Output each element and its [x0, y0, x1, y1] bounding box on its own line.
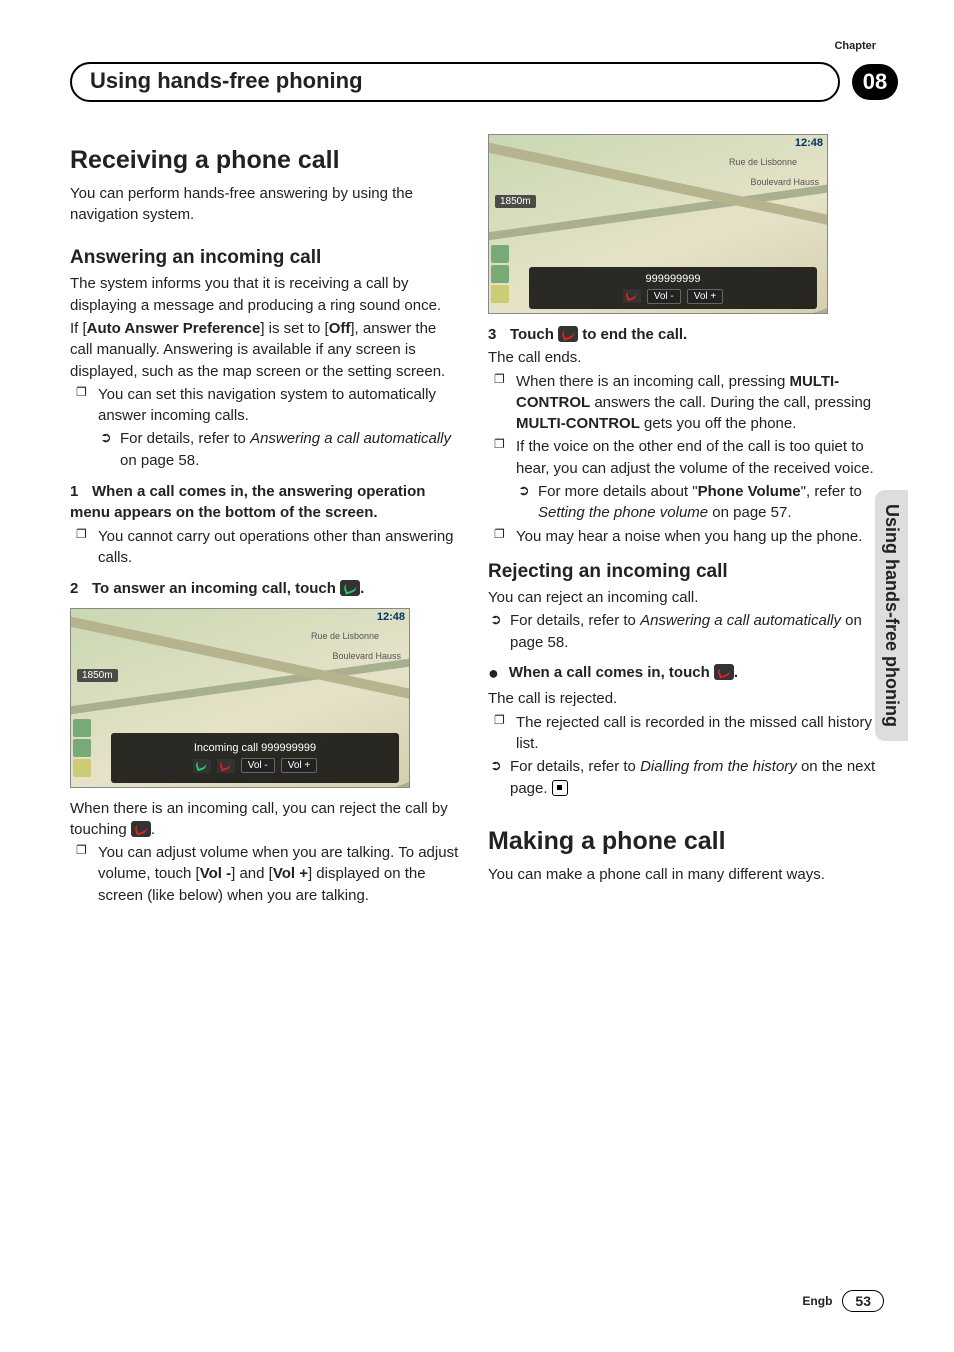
section-receiving: Receiving a phone call	[70, 146, 460, 175]
list-item: For more details about "Phone Volume", r…	[538, 481, 878, 524]
overlay-caller: 999999999	[645, 273, 700, 285]
step-2: 2To answer an incoming call, touch .	[70, 578, 460, 599]
page-header: Using hands-free phoning 08	[70, 62, 898, 102]
answer-call-icon	[340, 580, 360, 596]
list-item: You can set this navigation system to au…	[98, 384, 460, 471]
map-street: Boulevard Hauss	[750, 177, 819, 187]
section-making-call: Making a phone call	[488, 827, 878, 856]
list-item: If the voice on the other end of the cal…	[516, 436, 878, 523]
list-item: You cannot carry out operations other th…	[98, 526, 460, 569]
para-call-rejected: The call is rejected.	[488, 688, 878, 709]
answer-icon[interactable]	[193, 759, 211, 773]
footer-lang: Engb	[802, 1294, 832, 1308]
vol-down-button[interactable]: Vol -	[241, 758, 275, 773]
list-item: When there is an incoming call, pressing…	[516, 371, 878, 435]
screenshot-active-call: 12:48 1850m Rue de Lisbonne Boulevard Ha…	[488, 134, 828, 314]
chapter-label: Chapter	[834, 40, 876, 52]
para-call-ends: The call ends.	[488, 347, 878, 368]
side-tab: Using hands-free phoning	[875, 490, 908, 741]
header-title-pill: Using hands-free phoning	[70, 62, 840, 102]
para-auto-answer: If [Auto Answer Preference] is set to [O…	[70, 318, 460, 382]
left-column: Receiving a phone call You can perform h…	[70, 128, 460, 908]
header-title: Using hands-free phoning	[90, 68, 363, 94]
para-answering-desc: The system informs you that it is receiv…	[70, 273, 460, 316]
page-number: 53	[842, 1290, 884, 1312]
list-item: For details, refer to Answering a call a…	[120, 428, 460, 471]
para-reject-intro: You can reject an incoming call.	[488, 587, 878, 608]
section-end-icon	[552, 780, 568, 796]
map-street: Boulevard Hauss	[332, 651, 401, 661]
list-item: The rejected call is recorded in the mis…	[516, 712, 878, 755]
subsection-rejecting: Rejecting an incoming call	[488, 561, 878, 583]
call-overlay: Incoming call 999999999 Vol - Vol +	[111, 733, 399, 783]
map-distance: 1850m	[77, 669, 118, 682]
list-item: You may hear a noise when you hang up th…	[516, 526, 878, 547]
page-footer: Engb 53	[802, 1290, 884, 1312]
reject-action-heading: ● When a call comes in, touch .	[488, 661, 878, 687]
step-1: 1When a call comes in, the answering ope…	[70, 481, 460, 524]
right-column: 12:48 1850m Rue de Lisbonne Boulevard Ha…	[488, 128, 878, 908]
subsection-answering: Answering an incoming call	[70, 247, 460, 269]
para-intro: You can perform hands-free answering by …	[70, 183, 460, 226]
list-item: You can adjust volume when you are talki…	[98, 842, 460, 906]
reject-icon[interactable]	[217, 759, 235, 773]
call-overlay: 999999999 Vol - Vol +	[529, 267, 817, 309]
end-call-icon	[558, 326, 578, 342]
reject-call-icon	[714, 664, 734, 680]
reject-call-icon	[131, 821, 151, 837]
para-reject-hint: When there is an incoming call, you can …	[70, 798, 460, 841]
map-distance: 1850m	[495, 195, 536, 208]
screenshot-incoming-call: 12:48 1850m Rue de Lisbonne Boulevard Ha…	[70, 608, 410, 788]
map-time: 12:48	[795, 137, 823, 149]
overlay-caller: Incoming call 999999999	[194, 742, 316, 754]
vol-up-button[interactable]: Vol +	[687, 289, 724, 304]
chapter-number-badge: 08	[852, 64, 898, 100]
list-item: For details, refer to Answering a call a…	[510, 610, 878, 653]
step-3: 3Touch to end the call.	[488, 324, 878, 345]
map-street: Rue de Lisbonne	[311, 631, 379, 641]
para-making-intro: You can make a phone call in many differ…	[488, 864, 878, 885]
vol-up-button[interactable]: Vol +	[281, 758, 318, 773]
map-street: Rue de Lisbonne	[729, 157, 797, 167]
hangup-icon[interactable]	[623, 289, 641, 303]
list-item: For details, refer to Dialling from the …	[510, 756, 878, 799]
map-time: 12:48	[377, 611, 405, 623]
vol-down-button[interactable]: Vol -	[647, 289, 681, 304]
